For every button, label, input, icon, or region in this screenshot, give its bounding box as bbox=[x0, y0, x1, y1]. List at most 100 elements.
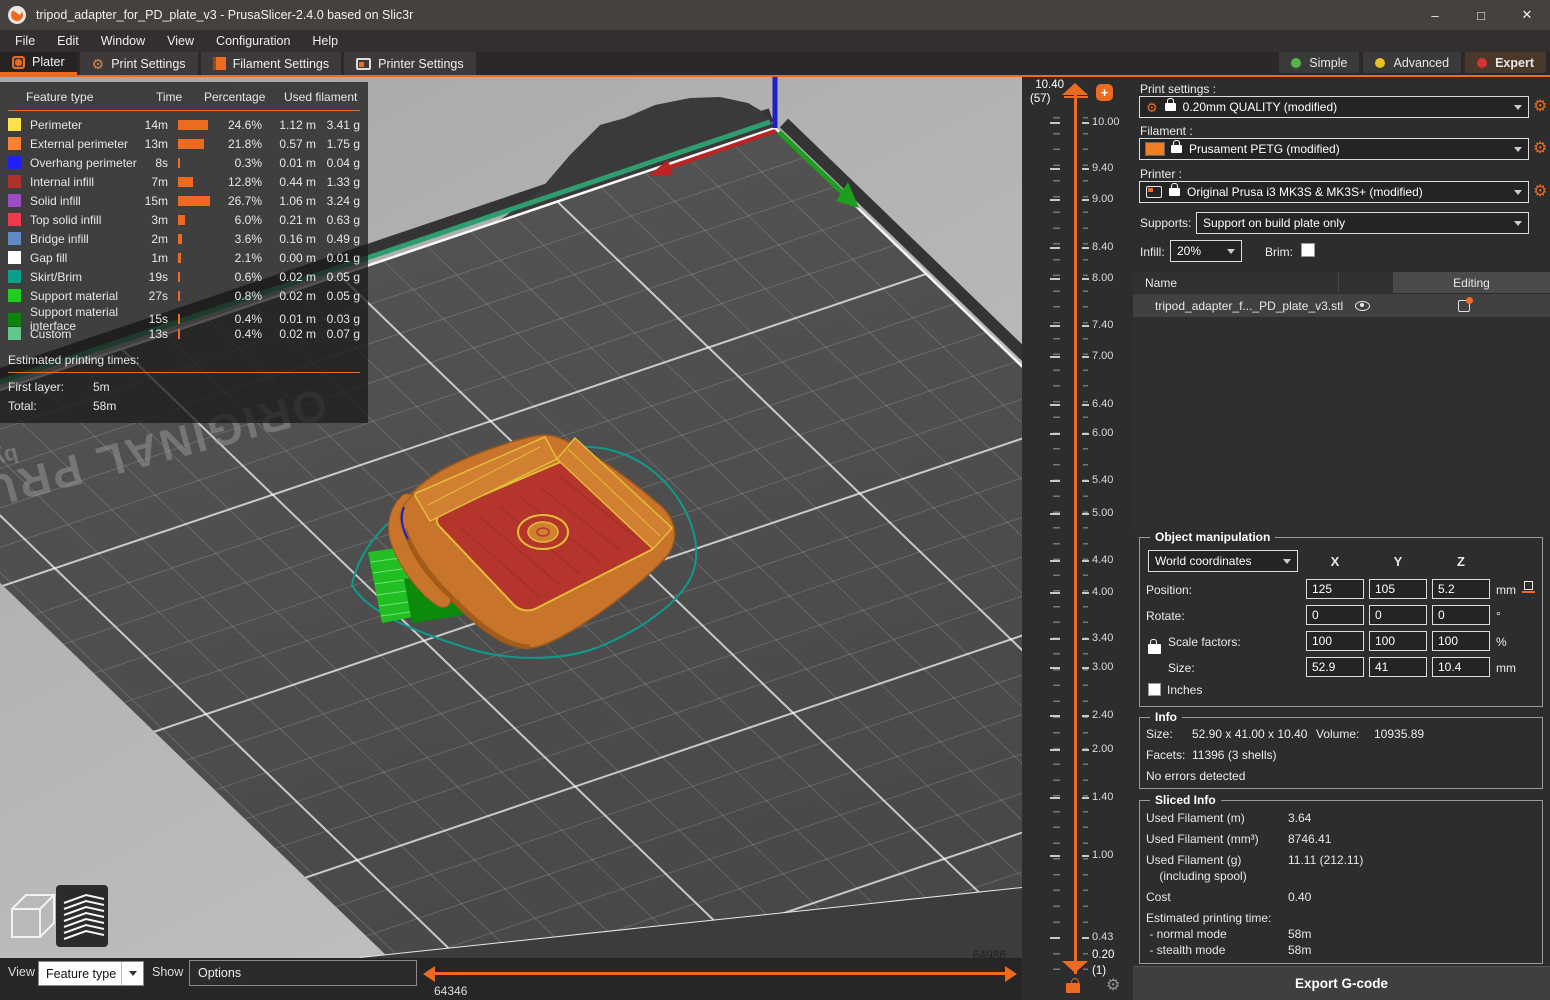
layer-tick-label: 10.00 bbox=[1092, 116, 1132, 128]
hslider-left-handle[interactable] bbox=[423, 966, 435, 982]
drop-to-bed-icon[interactable] bbox=[1522, 581, 1535, 593]
size-x-field[interactable]: 52.9 bbox=[1306, 657, 1364, 677]
layer-tick-label: 0.43 bbox=[1092, 931, 1132, 943]
legend-row: Bridge infill2m3.6%0.16 m0.49 g bbox=[8, 229, 360, 248]
layer-top-value: 10.40 bbox=[1024, 79, 1064, 91]
menu-window[interactable]: Window bbox=[90, 34, 156, 48]
tab-print-settings[interactable]: ⚙ Print Settings bbox=[80, 52, 198, 75]
scale-y-field[interactable]: 100 bbox=[1369, 631, 1427, 651]
layer-slider-bottom-handle[interactable] bbox=[1062, 961, 1088, 973]
menu-configuration[interactable]: Configuration bbox=[205, 34, 301, 48]
coordinates-combo[interactable]: World coordinates bbox=[1148, 550, 1298, 572]
simple-dot-icon bbox=[1291, 58, 1301, 68]
filament-color-swatch bbox=[1146, 143, 1164, 155]
slider-gear-icon[interactable]: ⚙ bbox=[1106, 975, 1120, 995]
rotate-z-field[interactable]: 0 bbox=[1432, 605, 1490, 625]
layer-tick-label: 6.40 bbox=[1092, 398, 1132, 410]
layer-tick-label: 2.00 bbox=[1092, 743, 1132, 755]
export-gcode-button[interactable]: Export G-code bbox=[1133, 966, 1550, 1000]
scale-lock-icon[interactable] bbox=[1148, 644, 1161, 654]
lock-icon bbox=[1169, 188, 1180, 196]
tab-printer-settings[interactable]: Printer Settings bbox=[344, 52, 475, 75]
supports-combo[interactable]: Support on build plate only bbox=[1196, 212, 1529, 234]
hslider-right-handle[interactable] bbox=[1005, 966, 1017, 982]
edit-object-icon[interactable] bbox=[1458, 300, 1470, 312]
inches-checkbox[interactable] bbox=[1148, 683, 1161, 696]
legend-row: Top solid infill3m6.0%0.21 m0.63 g bbox=[8, 210, 360, 229]
add-color-change-button[interactable]: + bbox=[1096, 84, 1113, 101]
layer-tick-label: 4.40 bbox=[1092, 554, 1132, 566]
printer-icon bbox=[1146, 186, 1162, 198]
volume-value: 10935.89 bbox=[1374, 727, 1424, 741]
printing-times-title: Estimated printing times: bbox=[8, 351, 360, 372]
mode-simple-button[interactable]: Simple bbox=[1279, 52, 1359, 73]
printer-combo[interactable]: Original Prusa i3 MK3S & MK3S+ (modified… bbox=[1139, 181, 1529, 203]
scale-x-field[interactable]: 100 bbox=[1306, 631, 1364, 651]
tab-filament-settings[interactable]: Filament Settings bbox=[201, 52, 342, 75]
layer-tick-label: 7.00 bbox=[1092, 350, 1132, 362]
brim-checkbox[interactable] bbox=[1301, 243, 1315, 257]
minimize-button[interactable]: – bbox=[1412, 0, 1458, 30]
facets-label: Facets: bbox=[1146, 748, 1185, 762]
close-button[interactable]: ✕ bbox=[1504, 0, 1550, 30]
show-options-field[interactable]: Options bbox=[189, 960, 417, 986]
size-z-field[interactable]: 10.4 bbox=[1432, 657, 1490, 677]
position-y-field[interactable]: 105 bbox=[1369, 579, 1427, 599]
maximize-button[interactable]: □ bbox=[1458, 0, 1504, 30]
tick-column-right bbox=[1083, 117, 1088, 977]
layer-slider-track[interactable] bbox=[1074, 90, 1077, 974]
tab-filament-settings-label: Filament Settings bbox=[233, 57, 330, 71]
brim-label: Brim: bbox=[1265, 245, 1293, 259]
legend-row: Internal infill7m12.8%0.44 m1.33 g bbox=[8, 172, 360, 191]
legend-row: Custom13s0.4%0.02 m0.07 g bbox=[8, 324, 360, 343]
total-value: 58m bbox=[93, 399, 360, 413]
infill-combo[interactable]: 20% bbox=[1170, 240, 1242, 262]
print-settings-gear-button[interactable]: ⚙ bbox=[1533, 99, 1547, 115]
scale-z-field[interactable]: 100 bbox=[1432, 631, 1490, 651]
legend-row: Overhang perimeter8s0.3%0.01 m0.04 g bbox=[8, 153, 360, 172]
info-title: Info bbox=[1150, 710, 1182, 724]
name-column-header[interactable]: Name bbox=[1133, 272, 1338, 293]
menu-bar: File Edit Window View Configuration Help bbox=[0, 30, 1550, 52]
mode-simple-label: Simple bbox=[1309, 56, 1347, 70]
menu-edit[interactable]: Edit bbox=[46, 34, 90, 48]
layer-slider-top-handle[interactable] bbox=[1062, 83, 1088, 95]
eye-icon[interactable] bbox=[1355, 301, 1370, 311]
printer-gear-button[interactable]: ⚙ bbox=[1533, 184, 1547, 200]
mode-expert-button[interactable]: Expert bbox=[1465, 52, 1546, 73]
object-list-row[interactable]: tripod_adapter_f..._PD_plate_v3.stl bbox=[1133, 294, 1550, 317]
editing-column-header[interactable]: Editing bbox=[1393, 272, 1550, 293]
chevron-down-icon bbox=[1283, 559, 1291, 564]
title-bar: tripod_adapter_for_PD_plate_v3 - PrusaSl… bbox=[0, 0, 1550, 30]
mode-advanced-label: Advanced bbox=[1393, 56, 1449, 70]
view-type-select[interactable]: Feature type bbox=[38, 961, 144, 986]
tick-column-left bbox=[1053, 117, 1060, 977]
print-settings-combo[interactable]: ⚙ 0.20mm QUALITY (modified) bbox=[1139, 96, 1529, 118]
menu-file[interactable]: File bbox=[4, 34, 46, 48]
mode-advanced-button[interactable]: Advanced bbox=[1363, 52, 1461, 73]
legend-col-feature: Feature type bbox=[8, 90, 156, 104]
object-manipulation-group: Object manipulation World coordinates X … bbox=[1139, 537, 1543, 707]
position-z-field[interactable]: 5.2 bbox=[1432, 579, 1490, 599]
rotate-y-field[interactable]: 0 bbox=[1369, 605, 1427, 625]
filament-combo[interactable]: Prusament PETG (modified) bbox=[1139, 138, 1529, 160]
unlock-icon[interactable] bbox=[1066, 983, 1080, 993]
tab-plater[interactable]: Plater bbox=[0, 52, 77, 75]
sliced-info-row: - normal mode58m bbox=[1146, 927, 1541, 943]
size-y-field[interactable]: 41 bbox=[1369, 657, 1427, 677]
menu-view[interactable]: View bbox=[156, 34, 205, 48]
position-x-field[interactable]: 125 bbox=[1306, 579, 1364, 599]
legend-row: Solid infill15m26.7%1.06 m3.24 g bbox=[8, 191, 360, 210]
chevron-down-icon bbox=[1514, 190, 1522, 195]
legend-row: Support material interface15s0.4%0.01 m0… bbox=[8, 305, 360, 324]
object-list-header: Name Editing bbox=[1133, 272, 1550, 293]
layer-slider[interactable]: 10.40 (57) + 10.009.409.008.408.007.407.… bbox=[1022, 77, 1133, 1000]
rotate-x-field[interactable]: 0 bbox=[1306, 605, 1364, 625]
view-type-value: Feature type bbox=[39, 967, 116, 981]
view-preview-button[interactable] bbox=[56, 885, 108, 947]
filament-gear-button[interactable]: ⚙ bbox=[1533, 141, 1547, 157]
menu-help[interactable]: Help bbox=[301, 34, 349, 48]
legend-row: External perimeter13m21.8%0.57 m1.75 g bbox=[8, 134, 360, 153]
layer-tick-label: 3.00 bbox=[1092, 661, 1132, 673]
horizontal-range-slider[interactable] bbox=[432, 972, 1008, 975]
